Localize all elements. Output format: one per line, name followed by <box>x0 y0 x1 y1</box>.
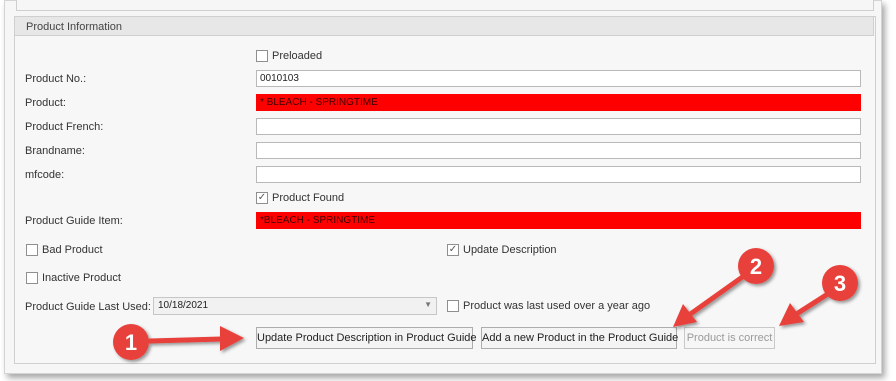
arrow-head-2 <box>673 304 697 327</box>
annotation-overlay: 1 2 3 <box>113 248 858 360</box>
annotation-number-1: 1 <box>125 330 137 355</box>
annotation-arrow-2 <box>686 270 751 318</box>
annotation-number-3: 3 <box>834 271 846 296</box>
annotation-number-2: 2 <box>750 254 762 279</box>
arrow-head-1 <box>220 326 244 351</box>
annotation-arrow-1 <box>147 336 225 344</box>
